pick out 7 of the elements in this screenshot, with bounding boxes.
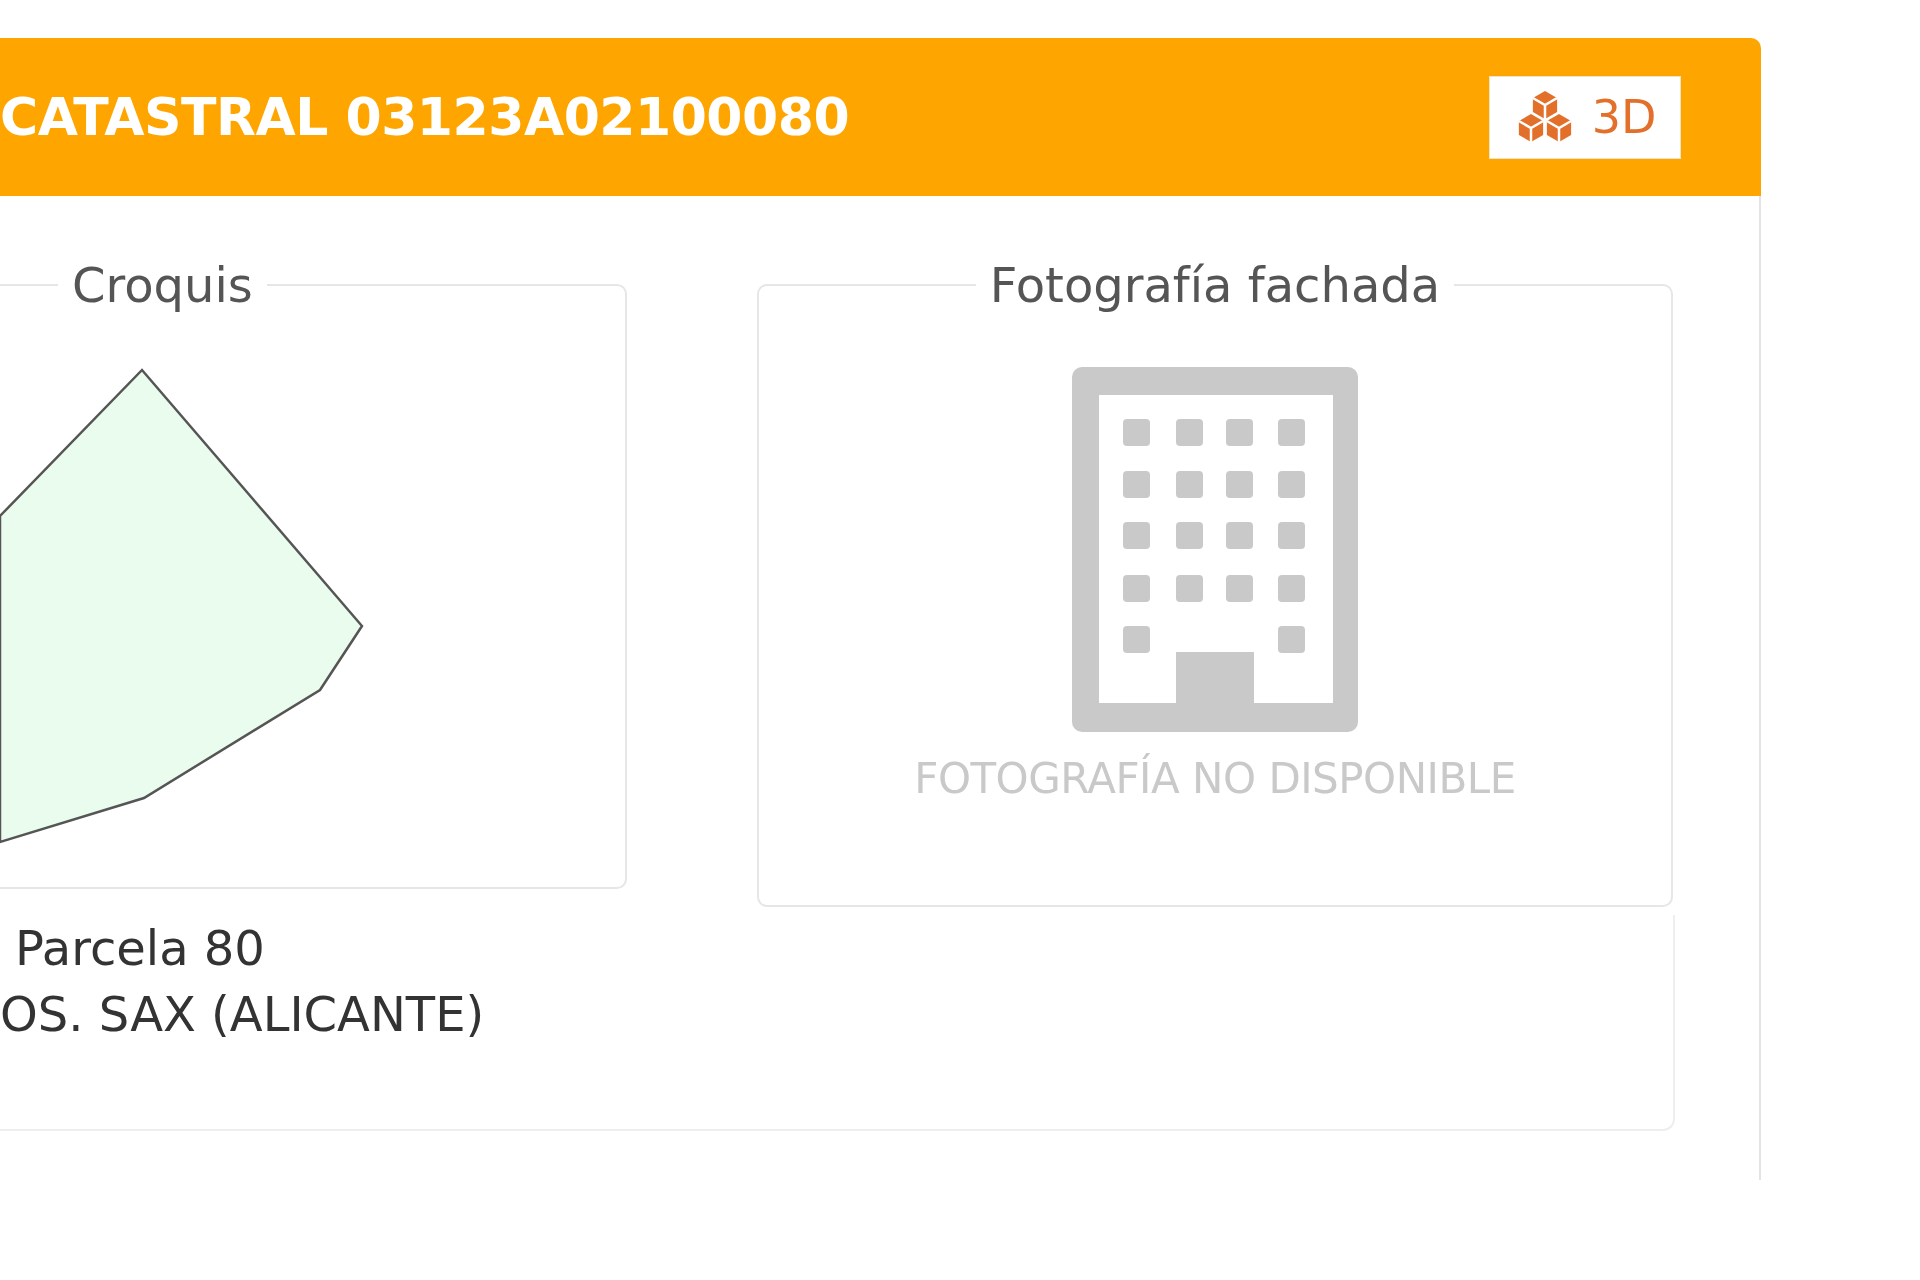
building-icon [1072, 367, 1358, 732]
address-line: OS. SAX (ALICANTE) [0, 985, 485, 1044]
section-legend: Croquis [58, 257, 267, 313]
view-3d-button[interactable]: 3D [1489, 75, 1681, 159]
section-legend: Fotografía fachada [975, 257, 1455, 313]
panel-title: CATASTRAL 03123A02100080 [0, 87, 850, 147]
address-line: Parcela 80 [15, 919, 265, 978]
